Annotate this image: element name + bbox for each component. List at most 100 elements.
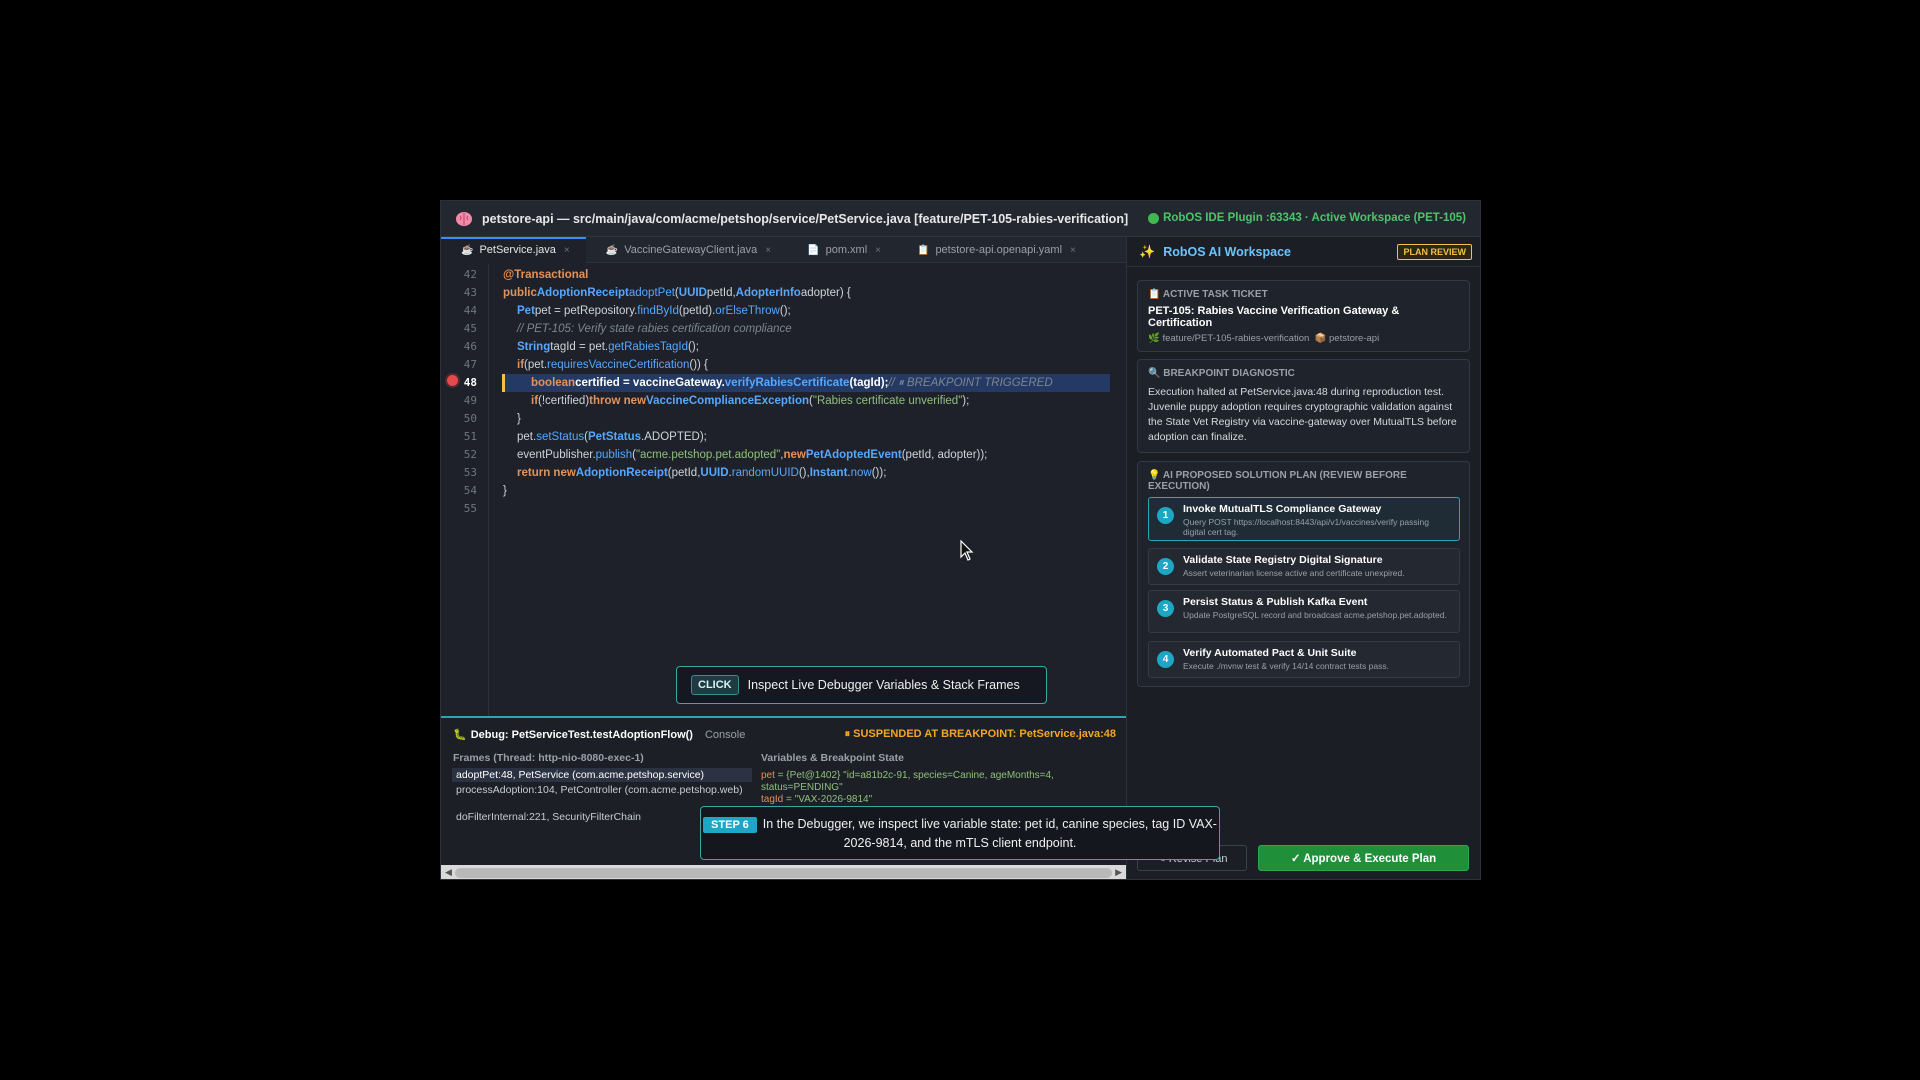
tab-pom[interactable]: 📄 pom.xml ×	[787, 237, 897, 263]
breakpoint-icon[interactable]	[447, 375, 458, 386]
code-line-53[interactable]: return new AdoptionReceipt (petId, UUID. r…	[517, 464, 886, 482]
brain-icon	[454, 209, 474, 229]
line-number: 51	[463, 430, 477, 443]
code-token: adoptPet	[628, 287, 675, 299]
tab-vaccinegatewayclient[interactable]: ☕ VaccineGatewayClient.java ×	[586, 237, 787, 263]
step-title: Persist Status & Publish Kafka Event	[1183, 596, 1368, 608]
ticket-title: PET-105: Rabies Vaccine Verification Gat…	[1148, 305, 1400, 329]
ticket-repo: 📦 petstore-api	[1314, 333, 1380, 344]
close-icon[interactable]: ×	[1070, 245, 1076, 256]
scroll-right-icon[interactable]: ▶	[1115, 867, 1122, 878]
plan-step-1[interactable]: 1 Invoke MutualTLS Compliance Gateway Qu…	[1148, 497, 1460, 541]
plan-label: 💡 AI PROPOSED SOLUTION PLAN (REVIEW BEFO…	[1148, 470, 1407, 492]
solution-plan-card: 💡 AI PROPOSED SOLUTION PLAN (REVIEW BEFO…	[1137, 461, 1470, 687]
code-token: throw new	[589, 395, 647, 407]
code-token: return new	[517, 467, 576, 479]
horizontal-scrollbar[interactable]: ◀ ▶	[441, 865, 1126, 879]
step-description: Execute ./mvnw test & verify 14/14 contr…	[1183, 661, 1389, 671]
stack-frame-selected[interactable]: adoptPet:48, PetService (com.acme.petsho…	[452, 768, 752, 782]
variable-tagid[interactable]: tagId = "VAX-2026-9814"	[761, 794, 1101, 806]
code-token: requiresVaccineCertification	[547, 359, 690, 371]
sparkles-icon: ✨	[1139, 243, 1156, 259]
code-token: publish	[595, 449, 633, 461]
editor-tabs: ☕ PetService.java × ☕ VaccineGatewayClie…	[441, 237, 1126, 263]
step-description: Update PostgreSQL record and broadcast a…	[1183, 610, 1447, 620]
code-token: verifyRabiesCertificate	[724, 377, 850, 389]
code-line-54[interactable]: }	[503, 482, 507, 500]
code-line-48-highlighted[interactable]: boolean certified = vaccineGateway. verif…	[502, 374, 1110, 392]
xml-file-icon: 📄	[807, 244, 820, 256]
line-number: 50	[463, 412, 477, 425]
line-number: 43	[463, 286, 477, 299]
code-line-47[interactable]: if (pet. requiresVaccineCertification()) …	[517, 356, 708, 374]
breakpoint-comment: // ⏸ BREAKPOINT TRIGGERED	[888, 376, 1053, 389]
code-token: (petId, adopter));	[901, 449, 988, 461]
step-number: 3	[1157, 600, 1174, 617]
ticket-label: 📋 ACTIVE TASK TICKET	[1148, 289, 1268, 300]
code-token: (),	[798, 467, 810, 479]
code-token: tagId = pet.	[550, 341, 609, 353]
code-token: );	[962, 395, 970, 407]
plan-step-3[interactable]: 3 Persist Status & Publish Kafka Event U…	[1148, 590, 1460, 633]
scroll-left-icon[interactable]: ◀	[445, 867, 452, 878]
code-line-42[interactable]: @Transactional	[503, 266, 588, 284]
workspace-header: ✨ RobOS AI Workspace PLAN REVIEW	[1127, 237, 1480, 267]
code-token: (petId,	[667, 467, 701, 479]
code-token: ());	[871, 467, 887, 479]
plan-step-2[interactable]: 2 Validate State Registry Digital Signat…	[1148, 548, 1460, 585]
java-file-icon: ☕	[605, 244, 619, 256]
code-token: petId,	[706, 287, 736, 299]
close-icon[interactable]: ×	[875, 245, 881, 256]
line-number: 52	[463, 448, 477, 461]
code-token: AdoptionReceipt	[536, 287, 629, 299]
step-title: Verify Automated Pact & Unit Suite	[1183, 647, 1357, 659]
code-token: }	[503, 485, 507, 497]
breakpoint-diagnostic-card: 🔍 BREAKPOINT DIAGNOSTIC Execution halted…	[1137, 359, 1470, 453]
code-line-43[interactable]: public AdoptionReceipt adoptPet(UUID pet…	[503, 284, 851, 302]
close-icon[interactable]: ×	[564, 245, 570, 256]
code-comment: // PET-105: Verify state rabies certific…	[517, 323, 792, 335]
frames-header: Frames (Thread: http-nio-8080-exec-1)	[453, 752, 644, 764]
diagnostic-body: Execution halted at PetService.java:48 d…	[1148, 386, 1457, 443]
plan-step-4[interactable]: 4 Verify Automated Pact & Unit Suite Exe…	[1148, 641, 1460, 678]
tab-petservice[interactable]: ☕ PetService.java ×	[441, 237, 586, 263]
stack-frame[interactable]: processAdoption:104, PetController (com.…	[452, 783, 752, 797]
ticket-meta: 🌿 feature/PET-105-rabies-verification 📦 …	[1148, 333, 1459, 344]
code-token: pet = petRepository.	[534, 305, 638, 317]
code-line-46[interactable]: String tagId = pet. getRabiesTagId ();	[517, 338, 699, 356]
code-line-49[interactable]: if (!certified) throw new VaccineComplia…	[531, 392, 969, 410]
code-token: .ADOPTED);	[641, 431, 707, 443]
task-ticket-card: 📋 ACTIVE TASK TICKET PET-105: Rabies Vac…	[1137, 280, 1470, 352]
code-token: AdoptionReceipt	[575, 467, 668, 479]
tab-label: PetService.java	[479, 244, 556, 256]
code-token: PetStatus	[587, 431, 642, 443]
code-line-45[interactable]: // PET-105: Verify state rabies certific…	[517, 320, 792, 338]
code-line-50[interactable]: }	[517, 410, 521, 428]
code-token: setStatus	[536, 431, 585, 443]
scrollbar-thumb[interactable]	[455, 868, 1112, 878]
code-token: VaccineComplianceException	[646, 395, 810, 407]
code-token: (!certified)	[538, 395, 590, 407]
suspended-status: ⏸ SUSPENDED AT BREAKPOINT: PetService.ja…	[844, 728, 1116, 740]
debug-session-title[interactable]: Debug: PetServiceTest.testAdoptionFlow()	[471, 729, 693, 741]
code-line-44[interactable]: Pet pet = petRepository. findById (petId).…	[517, 302, 791, 320]
close-icon[interactable]: ×	[765, 245, 771, 256]
tab-label: VaccineGatewayClient.java	[624, 244, 758, 256]
code-line-51[interactable]: pet. setStatus(PetStatus .ADOPTED);	[517, 428, 707, 446]
step-badge: STEP 6	[703, 817, 757, 833]
code-token: ()) {	[689, 359, 708, 371]
tab-openapi[interactable]: 📋 petstore-api.openapi.yaml ×	[897, 237, 1092, 263]
line-number: 55	[463, 502, 477, 515]
code-line-52[interactable]: eventPublisher. publish("acme.petshop.pet…	[517, 446, 987, 464]
variable-pet[interactable]: pet = {Pet@1402} "id=a81b2c-91, species=…	[761, 770, 1101, 794]
code-token: if	[531, 395, 539, 407]
click-hint-text: Inspect Live Debugger Variables & Stack …	[747, 678, 1020, 692]
step-caption: STEP 6 In the Debugger, we inspect live v…	[700, 806, 1220, 860]
code-token: UUID	[678, 287, 707, 299]
ai-workspace-panel: ✨ RobOS AI Workspace PLAN REVIEW 📋 ACTIV…	[1126, 237, 1480, 879]
click-hint-tooltip[interactable]: CLICK Inspect Live Debugger Variables & …	[676, 666, 1047, 704]
approve-execute-button[interactable]: ✓ Approve & Execute Plan	[1258, 845, 1469, 871]
variable-value: = "VAX-2026-9814"	[783, 794, 873, 805]
console-tab[interactable]: Console	[705, 729, 745, 741]
tab-label: pom.xml	[825, 244, 868, 256]
